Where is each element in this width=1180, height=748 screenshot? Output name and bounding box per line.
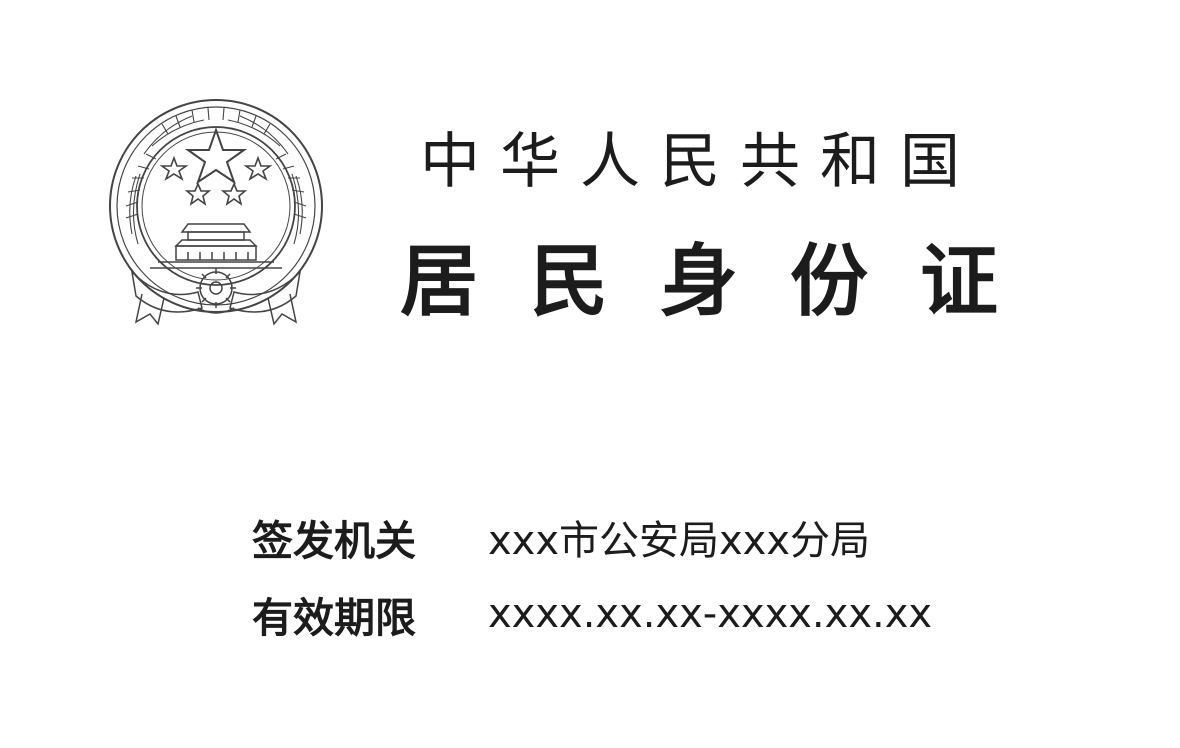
issuing-authority-value: xxx市公安局xxx分局 — [488, 518, 871, 564]
issuing-authority-label: 签发机关 — [252, 517, 416, 565]
issuing-authority-row: 签发机关 xxx市公安局xxx分局 — [252, 512, 870, 565]
validity-period-label: 有效期限 — [252, 594, 416, 642]
validity-period-row: 有效期限 xxxx.xx.xx-xxxx.xx.xx — [252, 589, 933, 642]
national-emblem-icon — [102, 94, 334, 330]
validity-period-value: xxxx.xx.xx-xxxx.xx.xx — [488, 591, 933, 637]
country-name: 中华人民共和国 — [420, 127, 980, 197]
id-card-back: 中华人民共和国 居民身份证 签发机关 xxx市公安局xxx分局 有效期限 xxx… — [0, 0, 1180, 748]
document-title: 居民身份证 — [400, 236, 1051, 327]
